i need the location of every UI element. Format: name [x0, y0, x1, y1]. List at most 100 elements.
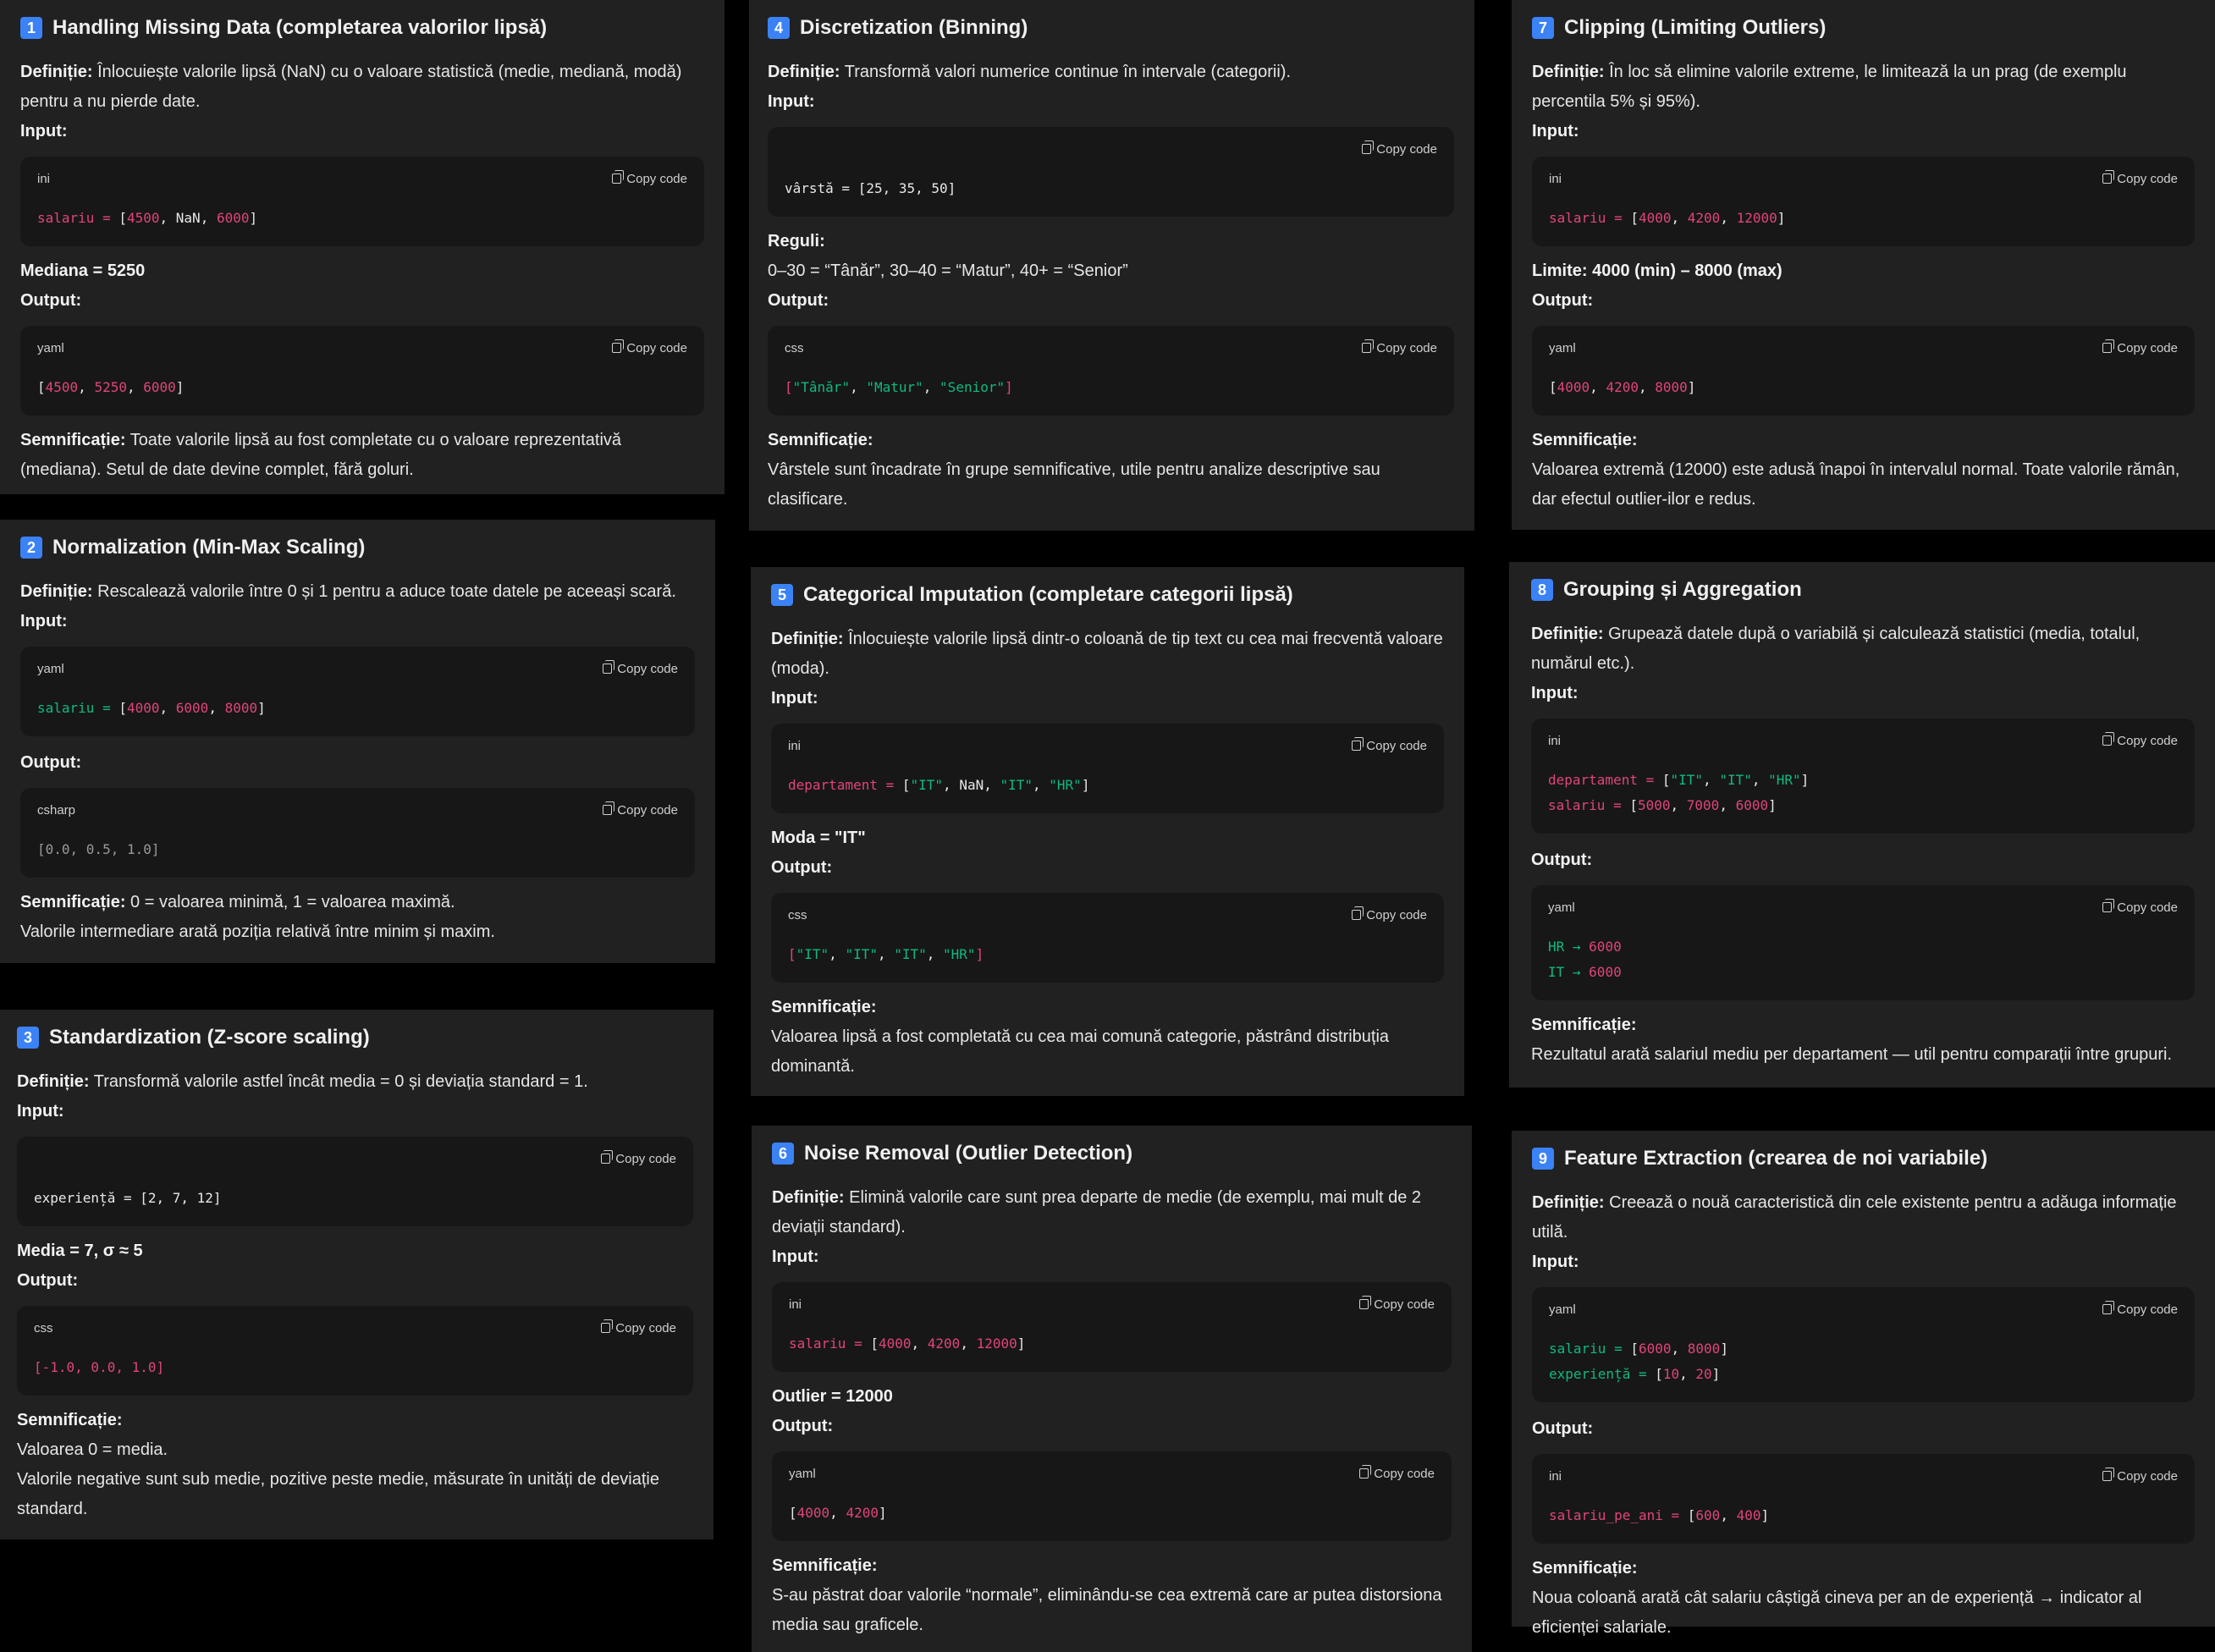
extra-note: Media = 7, σ ≈ 5 — [17, 1242, 143, 1260]
code-bracket: [ — [1655, 1366, 1663, 1382]
code-language: yaml — [1548, 900, 1575, 915]
code-arrow: → — [1564, 939, 1590, 955]
input-label: Input: — [17, 1102, 64, 1121]
copy-code-label: Copy code — [615, 1151, 676, 1166]
definition-text: Înlocuiește valorile lipsă (NaN) cu o va… — [20, 63, 682, 111]
code-sep: , — [1719, 797, 1736, 813]
card-title: 3 Standardization (Z-score scaling) — [17, 1023, 693, 1052]
code-value: 4200 — [1606, 379, 1639, 395]
code-value: 6000 — [1735, 797, 1769, 813]
copy-code-button[interactable]: Copy code — [1359, 1465, 1435, 1481]
copy-icon — [612, 170, 625, 184]
code-language: ini — [1549, 171, 1562, 186]
card-title: 6 Noise Removal (Outlier Detection) — [772, 1139, 1452, 1168]
code-key: salariu — [1549, 210, 1606, 226]
copy-code-button[interactable]: Copy code — [2102, 1301, 2178, 1317]
copy-code-button[interactable]: Copy code — [2102, 170, 2178, 186]
definition-label: Definiție: — [771, 630, 844, 648]
input-label: Input: — [20, 612, 68, 631]
significance: Semnificație: Toate valorile lipsă au fo… — [20, 426, 704, 485]
code-value: NaN — [175, 210, 201, 226]
copy-code-label: Copy code — [626, 340, 687, 355]
copy-code-button[interactable]: Copy code — [603, 660, 678, 676]
code-bracket: [ — [1629, 797, 1638, 813]
copy-code-button[interactable]: Copy code — [601, 1319, 676, 1335]
card-feature-extraction: 9 Feature Extraction (crearea de noi var… — [1512, 1131, 2215, 1637]
significance-label: Semnificație: — [772, 1556, 878, 1575]
copy-code-button[interactable]: Copy code — [612, 339, 687, 355]
definition: Definiție: Creează o nouă caracteristică… — [1532, 1188, 2195, 1247]
copy-code-button[interactable]: Copy code — [1352, 906, 1427, 922]
significance-label: Semnificație: — [771, 998, 877, 1016]
extra-note: Moda = "IT" — [771, 829, 866, 847]
copy-code-label: Copy code — [1376, 340, 1437, 355]
code-bracket: [ — [1630, 1341, 1639, 1357]
code-content: [4000, 4200, 8000] — [1549, 375, 2178, 400]
copy-icon — [2102, 732, 2115, 746]
copy-code-button[interactable]: Copy code — [1352, 737, 1427, 753]
output-code-block: css Copy code ["IT", "IT", "IT", "HR"] — [771, 893, 1444, 983]
copy-code-button[interactable]: Copy code — [1362, 140, 1437, 157]
extra-note: Limite: 4000 (min) – 8000 (max) — [1532, 262, 1782, 280]
code-language: css — [788, 907, 807, 922]
code-value: 12000 — [1736, 210, 1777, 226]
code-bracket: [ — [901, 777, 911, 793]
significance-text: S-au păstrat doar valorile “normale”, el… — [772, 1586, 1442, 1634]
copy-code-button[interactable]: Copy code — [2102, 339, 2178, 355]
significance-label: Semnificație: — [17, 1411, 123, 1429]
significance-label: Semnificație: — [1531, 1016, 1637, 1034]
copy-code-button[interactable]: Copy code — [603, 801, 678, 818]
copy-icon — [2102, 170, 2115, 184]
code-op: = — [846, 1335, 871, 1352]
code-content: departament = ["IT", "IT", "HR"] salariu… — [1548, 768, 2178, 818]
code-sep: , — [159, 210, 176, 226]
copy-code-button[interactable]: Copy code — [612, 170, 687, 186]
card-handling-missing-data: 1 Handling Missing Data (completarea val… — [0, 0, 725, 494]
code-language: ini — [789, 1297, 802, 1312]
code-bracket: ] — [1777, 210, 1786, 226]
code-value: 4000 — [1638, 210, 1672, 226]
code-sep: , — [829, 946, 846, 962]
code-value: 6000 — [1589, 964, 1622, 980]
code-key: salariu_pe_ani — [1549, 1507, 1663, 1523]
output-code-block: yaml Copy code [4000, 4200, 8000] — [1532, 326, 2195, 416]
code-content: salariu = [4000, 6000, 8000] — [37, 696, 678, 721]
input-code-block: Copy code vârstă = [25, 35, 50] — [768, 127, 1454, 217]
copy-code-button[interactable]: Copy code — [2102, 1468, 2178, 1484]
code-value: 5250 — [94, 379, 127, 395]
copy-code-button[interactable]: Copy code — [2102, 732, 2178, 748]
code-value: "IT" — [1670, 772, 1704, 788]
number-badge-icon: 7 — [1532, 17, 1554, 39]
code-bracket: [ — [118, 210, 127, 226]
code-content: salariu = [4500, NaN, 6000] — [37, 206, 687, 231]
code-bracket: ] — [1005, 379, 1013, 395]
code-bracket: ] — [1760, 1507, 1770, 1523]
code-sep: , — [960, 1335, 977, 1352]
copy-icon — [2102, 1301, 2115, 1314]
code-value: 8000 — [1655, 379, 1688, 395]
code-sep: , — [877, 946, 895, 962]
card-title: 4 Discretization (Binning) — [768, 14, 1454, 42]
copy-code-button[interactable]: Copy code — [1359, 1296, 1435, 1312]
code-content: [4500, 5250, 6000] — [37, 375, 687, 400]
code-content: salariu = [4000, 4200, 12000] — [789, 1331, 1435, 1357]
significance: Semnificație: 0 = valoarea minimă, 1 = v… — [20, 888, 695, 917]
code-value: 4000 — [1557, 379, 1590, 395]
code-sep: , — [1751, 772, 1769, 788]
definition: Definiție: Transformă valorile astfel în… — [17, 1067, 693, 1097]
code-sep: , — [1679, 1366, 1696, 1382]
copy-code-button[interactable]: Copy code — [601, 1150, 676, 1166]
code-bracket: ] — [1768, 797, 1777, 813]
copy-code-button[interactable]: Copy code — [1362, 339, 1437, 355]
card-title-text: Categorical Imputation (completare categ… — [803, 583, 1293, 606]
code-sep: , — [1033, 777, 1050, 793]
copy-code-button[interactable]: Copy code — [2102, 899, 2178, 915]
copy-code-label: Copy code — [1366, 907, 1427, 922]
code-language: yaml — [789, 1466, 816, 1481]
definition-label: Definiție: — [17, 1072, 90, 1091]
input-code-block: ini Copy code salariu = [4000, 4200, 120… — [1532, 157, 2195, 246]
definition-text: Înlocuiește valorile lipsă dintr-o coloa… — [771, 630, 1443, 678]
code-key: departament — [788, 777, 878, 793]
copy-code-label: Copy code — [2117, 1468, 2178, 1484]
code-sep: , — [159, 700, 176, 716]
